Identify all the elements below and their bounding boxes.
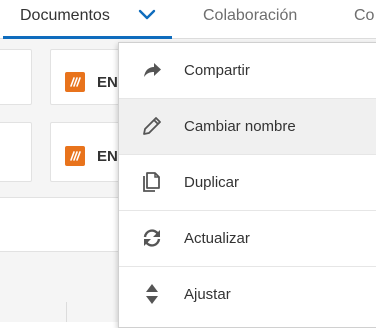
context-menu: Compartir Cambiar nombre Duplicar Actual…	[118, 42, 376, 328]
tab-bar: Documentos Colaboración Co	[0, 0, 376, 39]
document-title: EN	[97, 148, 118, 165]
tab-label: Co	[354, 7, 375, 24]
tab-colaboracion[interactable]: Colaboración	[203, 0, 297, 38]
menu-item-label: Duplicar	[184, 174, 240, 191]
chevron-down-icon[interactable]	[138, 8, 156, 22]
solidworks-logo-icon	[65, 72, 85, 92]
menu-item-actualizar[interactable]: Actualizar	[119, 211, 376, 267]
refresh-icon	[143, 229, 161, 247]
duplicate-icon	[143, 172, 160, 192]
list-row	[0, 197, 118, 252]
menu-item-duplicar[interactable]: Duplicar	[119, 155, 376, 211]
menu-item-cambiar-nombre[interactable]: Cambiar nombre	[119, 99, 376, 155]
tab-documentos[interactable]: Documentos	[20, 0, 110, 38]
share-arrow-icon	[144, 63, 161, 77]
menu-item-label: Actualizar	[184, 230, 250, 247]
menu-item-label: Ajustar	[184, 286, 231, 303]
menu-item-label: Cambiar nombre	[184, 118, 296, 135]
menu-item-ajustar[interactable]: Ajustar	[119, 267, 376, 322]
tab-co[interactable]: Co	[354, 0, 374, 38]
document-card[interactable]	[0, 122, 32, 182]
document-card[interactable]	[0, 49, 32, 105]
sort-arrows-icon	[146, 284, 158, 304]
solidworks-logo-icon	[65, 146, 85, 166]
menu-item-compartir[interactable]: Compartir	[119, 43, 376, 99]
menu-item-label: Compartir	[184, 62, 250, 79]
tab-label: Colaboración	[203, 7, 298, 24]
tab-label: Documentos	[20, 7, 110, 24]
document-title: EN	[97, 74, 118, 91]
pencil-icon	[143, 117, 161, 135]
column-divider	[66, 302, 67, 322]
